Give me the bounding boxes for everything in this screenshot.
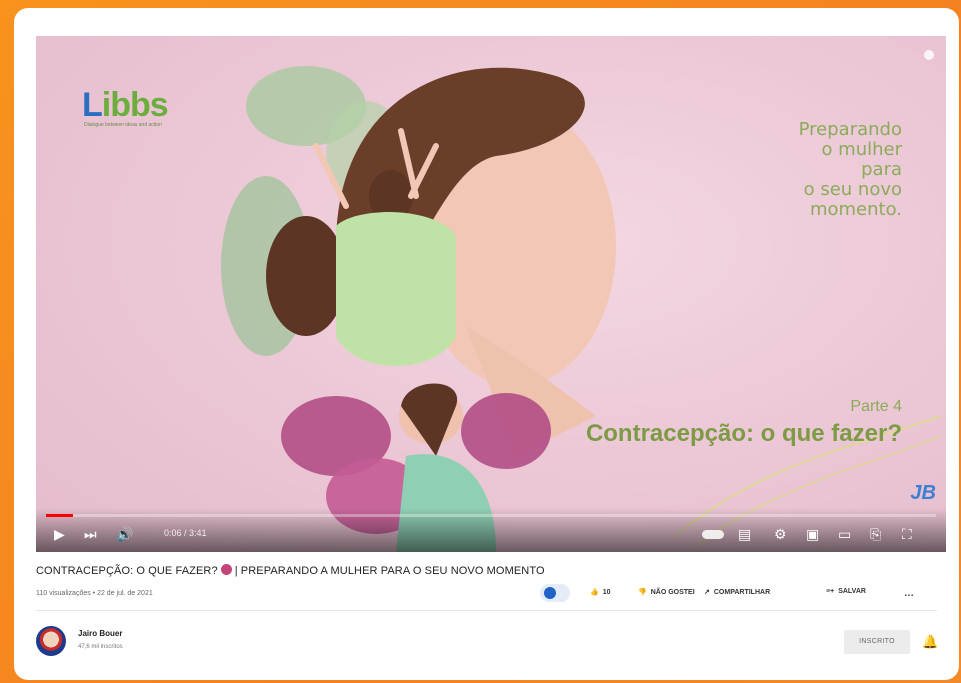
progress-bar[interactable] — [46, 514, 936, 517]
video-illustration — [221, 66, 942, 552]
video-player[interactable]: Libbs Dialogue between ideas and action … — [36, 36, 946, 552]
autoplay-toggle[interactable] — [702, 530, 724, 539]
share-button[interactable]: ↗ COMPARTILHAR — [704, 588, 771, 597]
playlist-add-icon: ≡+ — [826, 588, 835, 595]
libbs-logo: Libbs — [82, 86, 169, 124]
dislike-button[interactable]: 👎 NÃO GOSTEI — [638, 588, 695, 597]
info-dot-icon[interactable] — [924, 50, 934, 60]
channel-name[interactable]: Jairo Bouer — [78, 629, 122, 638]
play-icon[interactable]: ▶ — [54, 526, 65, 543]
thumbs-down-icon: 👎 — [638, 589, 647, 596]
video-headline: Contracepção: o que fazer? — [585, 420, 902, 447]
share-icon: ↗ — [704, 589, 710, 596]
miniplayer-icon[interactable]: ▣ — [806, 526, 819, 543]
theater-icon[interactable]: ▭ — [838, 526, 851, 543]
save-button[interactable]: ≡+ SALVAR — [826, 588, 866, 595]
time-display: 0:06 / 3:41 — [164, 528, 207, 538]
thanks-chip[interactable] — [540, 584, 570, 602]
video-tagline: Preparando o mulher para o seu novo mome… — [798, 119, 902, 220]
cast-icon[interactable]: ⎘ — [870, 526, 881, 543]
like-button[interactable]: 👍 10 — [590, 588, 611, 597]
video-title: CONTRACEPÇÃO: O QUE FAZER? | PREPARANDO A… — [36, 564, 545, 577]
chip-avatar-icon — [544, 587, 556, 599]
jb-logo: JB — [910, 482, 936, 504]
libbs-logo-subtitle: Dialogue between ideas and action — [84, 122, 162, 128]
flower-emoji-icon — [220, 564, 232, 575]
fullscreen-icon[interactable]: ⛶ — [902, 526, 912, 543]
progress-fill — [46, 514, 73, 517]
more-actions-button[interactable]: … — [904, 588, 914, 599]
settings-icon[interactable]: ⚙ — [774, 526, 787, 543]
video-card: Libbs Dialogue between ideas and action … — [14, 8, 959, 680]
like-count: 10 — [602, 588, 611, 596]
video-part-label: Parte 4 — [850, 398, 902, 415]
save-label: SALVAR — [838, 588, 866, 595]
subscribe-button[interactable]: INSCRITO — [844, 630, 910, 654]
volume-icon[interactable]: 🔊 — [116, 526, 133, 543]
next-icon[interactable]: ⏭ — [84, 526, 97, 543]
subscriber-count: 47,6 mil inscritos — [78, 644, 123, 650]
dislike-label: NÃO GOSTEI — [650, 588, 695, 596]
channel-avatar[interactable] — [36, 626, 66, 656]
divider — [36, 610, 937, 611]
bell-icon[interactable]: 🔔 — [922, 634, 938, 650]
share-label: COMPARTILHAR — [713, 588, 771, 596]
player-controls: ▶ ⏭ 🔊 0:06 / 3:41 ▤ ⚙ ▣ ▭ ⎘ ⛶ — [36, 508, 946, 552]
subtitles-icon[interactable]: ▤ — [738, 526, 751, 543]
video-meta: 110 visualizações • 22 de jul. de 2021 — [36, 590, 153, 597]
thumbs-up-icon: 👍 — [590, 589, 599, 596]
